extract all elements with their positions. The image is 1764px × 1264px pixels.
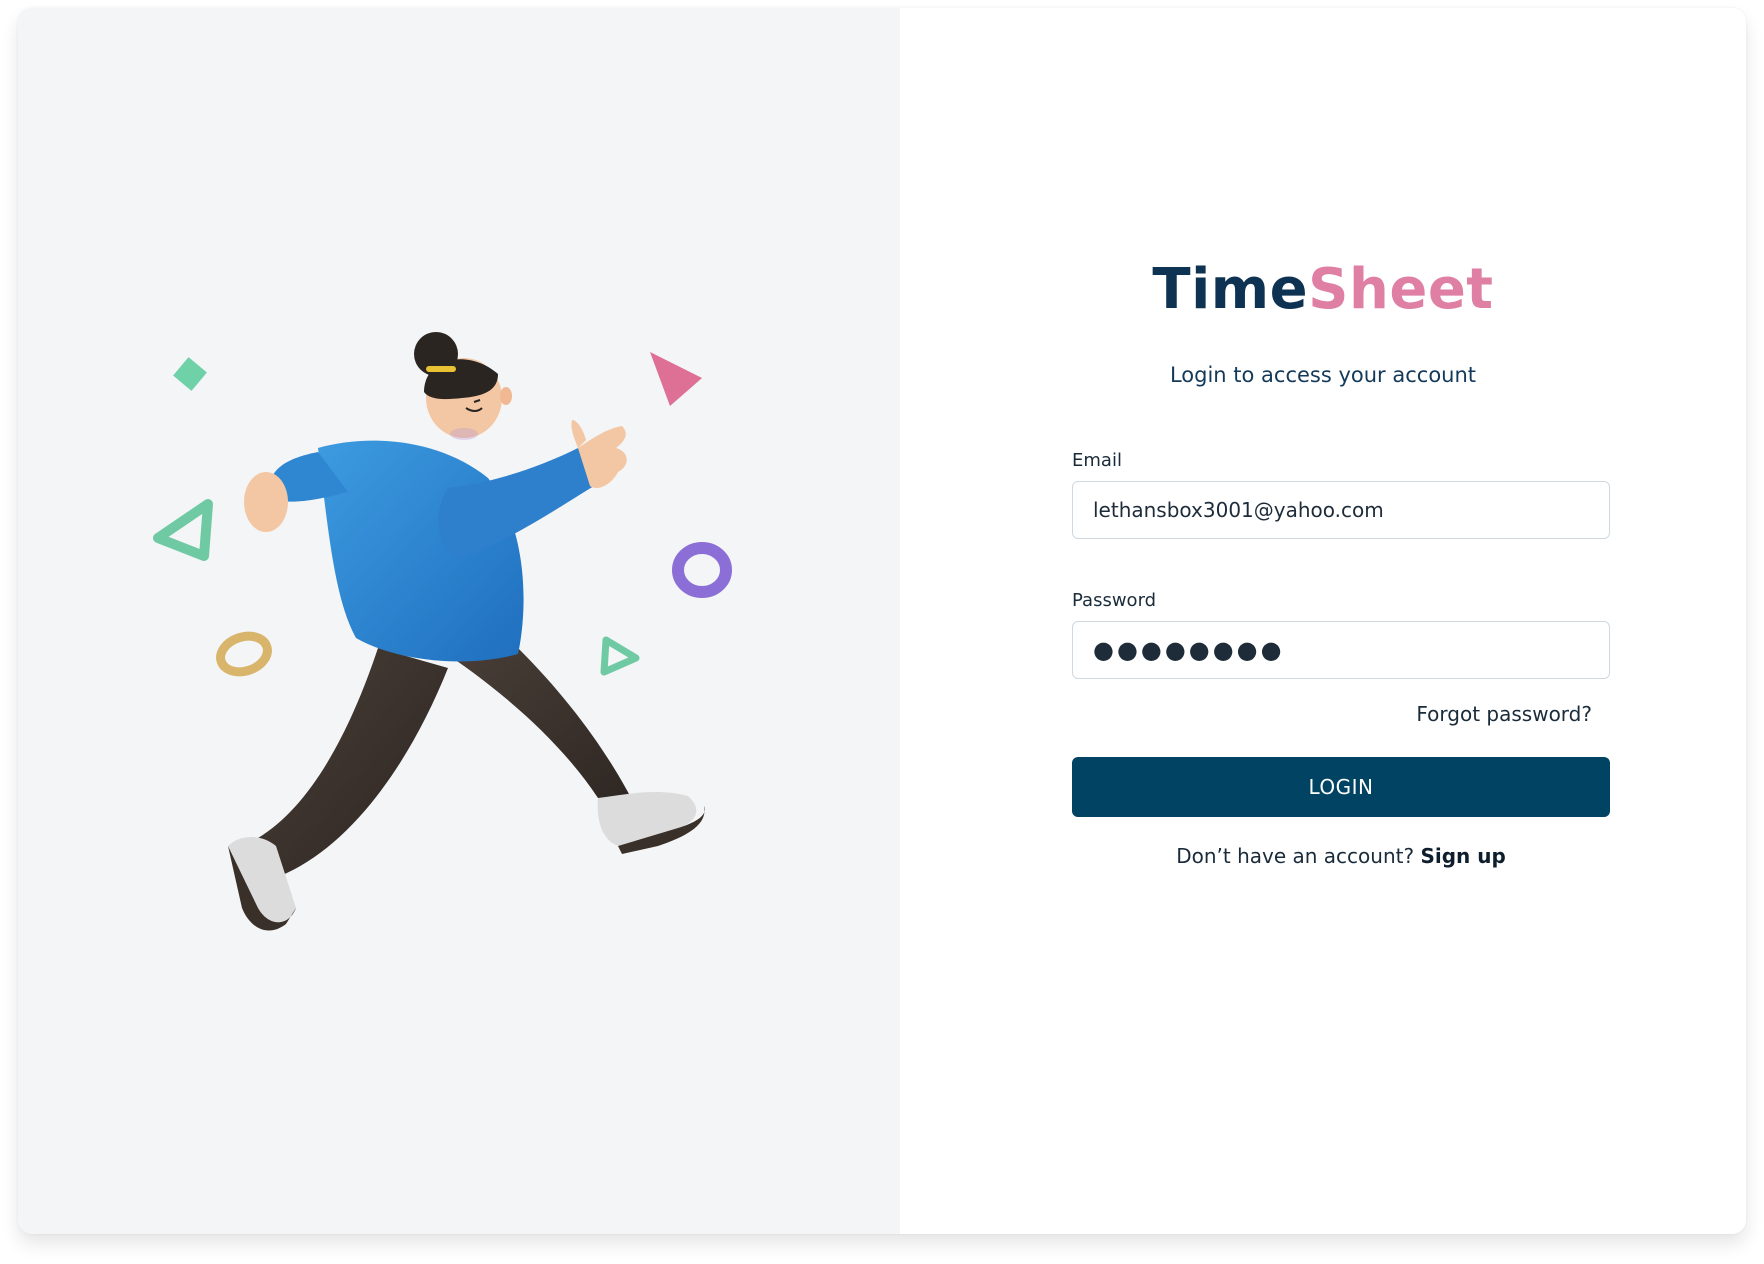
gold-ring-shape <box>216 631 272 677</box>
login-panel: TimeSheet Login to access your account E… <box>900 8 1746 1234</box>
password-label: Password <box>1072 590 1157 611</box>
email-label: Email <box>1072 450 1122 471</box>
password-field[interactable]: ●●●●●●●● <box>1072 621 1610 679</box>
illustration-canvas <box>153 332 732 931</box>
illustration-panel <box>18 8 900 1234</box>
purple-ring-shape <box>672 542 732 598</box>
login-button[interactable]: LOGIN <box>1072 757 1610 817</box>
brand-logo-time: Time <box>1152 257 1309 322</box>
brand-logo: TimeSheet <box>900 262 1746 318</box>
running-person-illustration <box>228 332 705 931</box>
green-diamond-shape <box>173 357 207 391</box>
password-value: ●●●●●●●● <box>1093 636 1285 664</box>
green-small-triangle-shape <box>600 636 640 676</box>
email-field[interactable]: lethansbox3001@yahoo.com <box>1072 481 1610 539</box>
login-window: TimeSheet Login to access your account E… <box>18 8 1746 1234</box>
signup-prompt-text: Don’t have an account? <box>1176 844 1415 868</box>
pink-triangle-shape <box>650 352 702 406</box>
signup-prompt: Don’t have an account? Sign up <box>1072 844 1610 868</box>
signup-link[interactable]: Sign up <box>1420 844 1505 868</box>
email-value: lethansbox3001@yahoo.com <box>1093 498 1384 522</box>
green-triangle-shape <box>153 499 213 561</box>
brand-logo-sheet: Sheet <box>1308 257 1494 322</box>
forgot-password-link[interactable]: Forgot password? <box>1416 702 1592 726</box>
login-subtitle: Login to access your account <box>1169 363 1477 387</box>
